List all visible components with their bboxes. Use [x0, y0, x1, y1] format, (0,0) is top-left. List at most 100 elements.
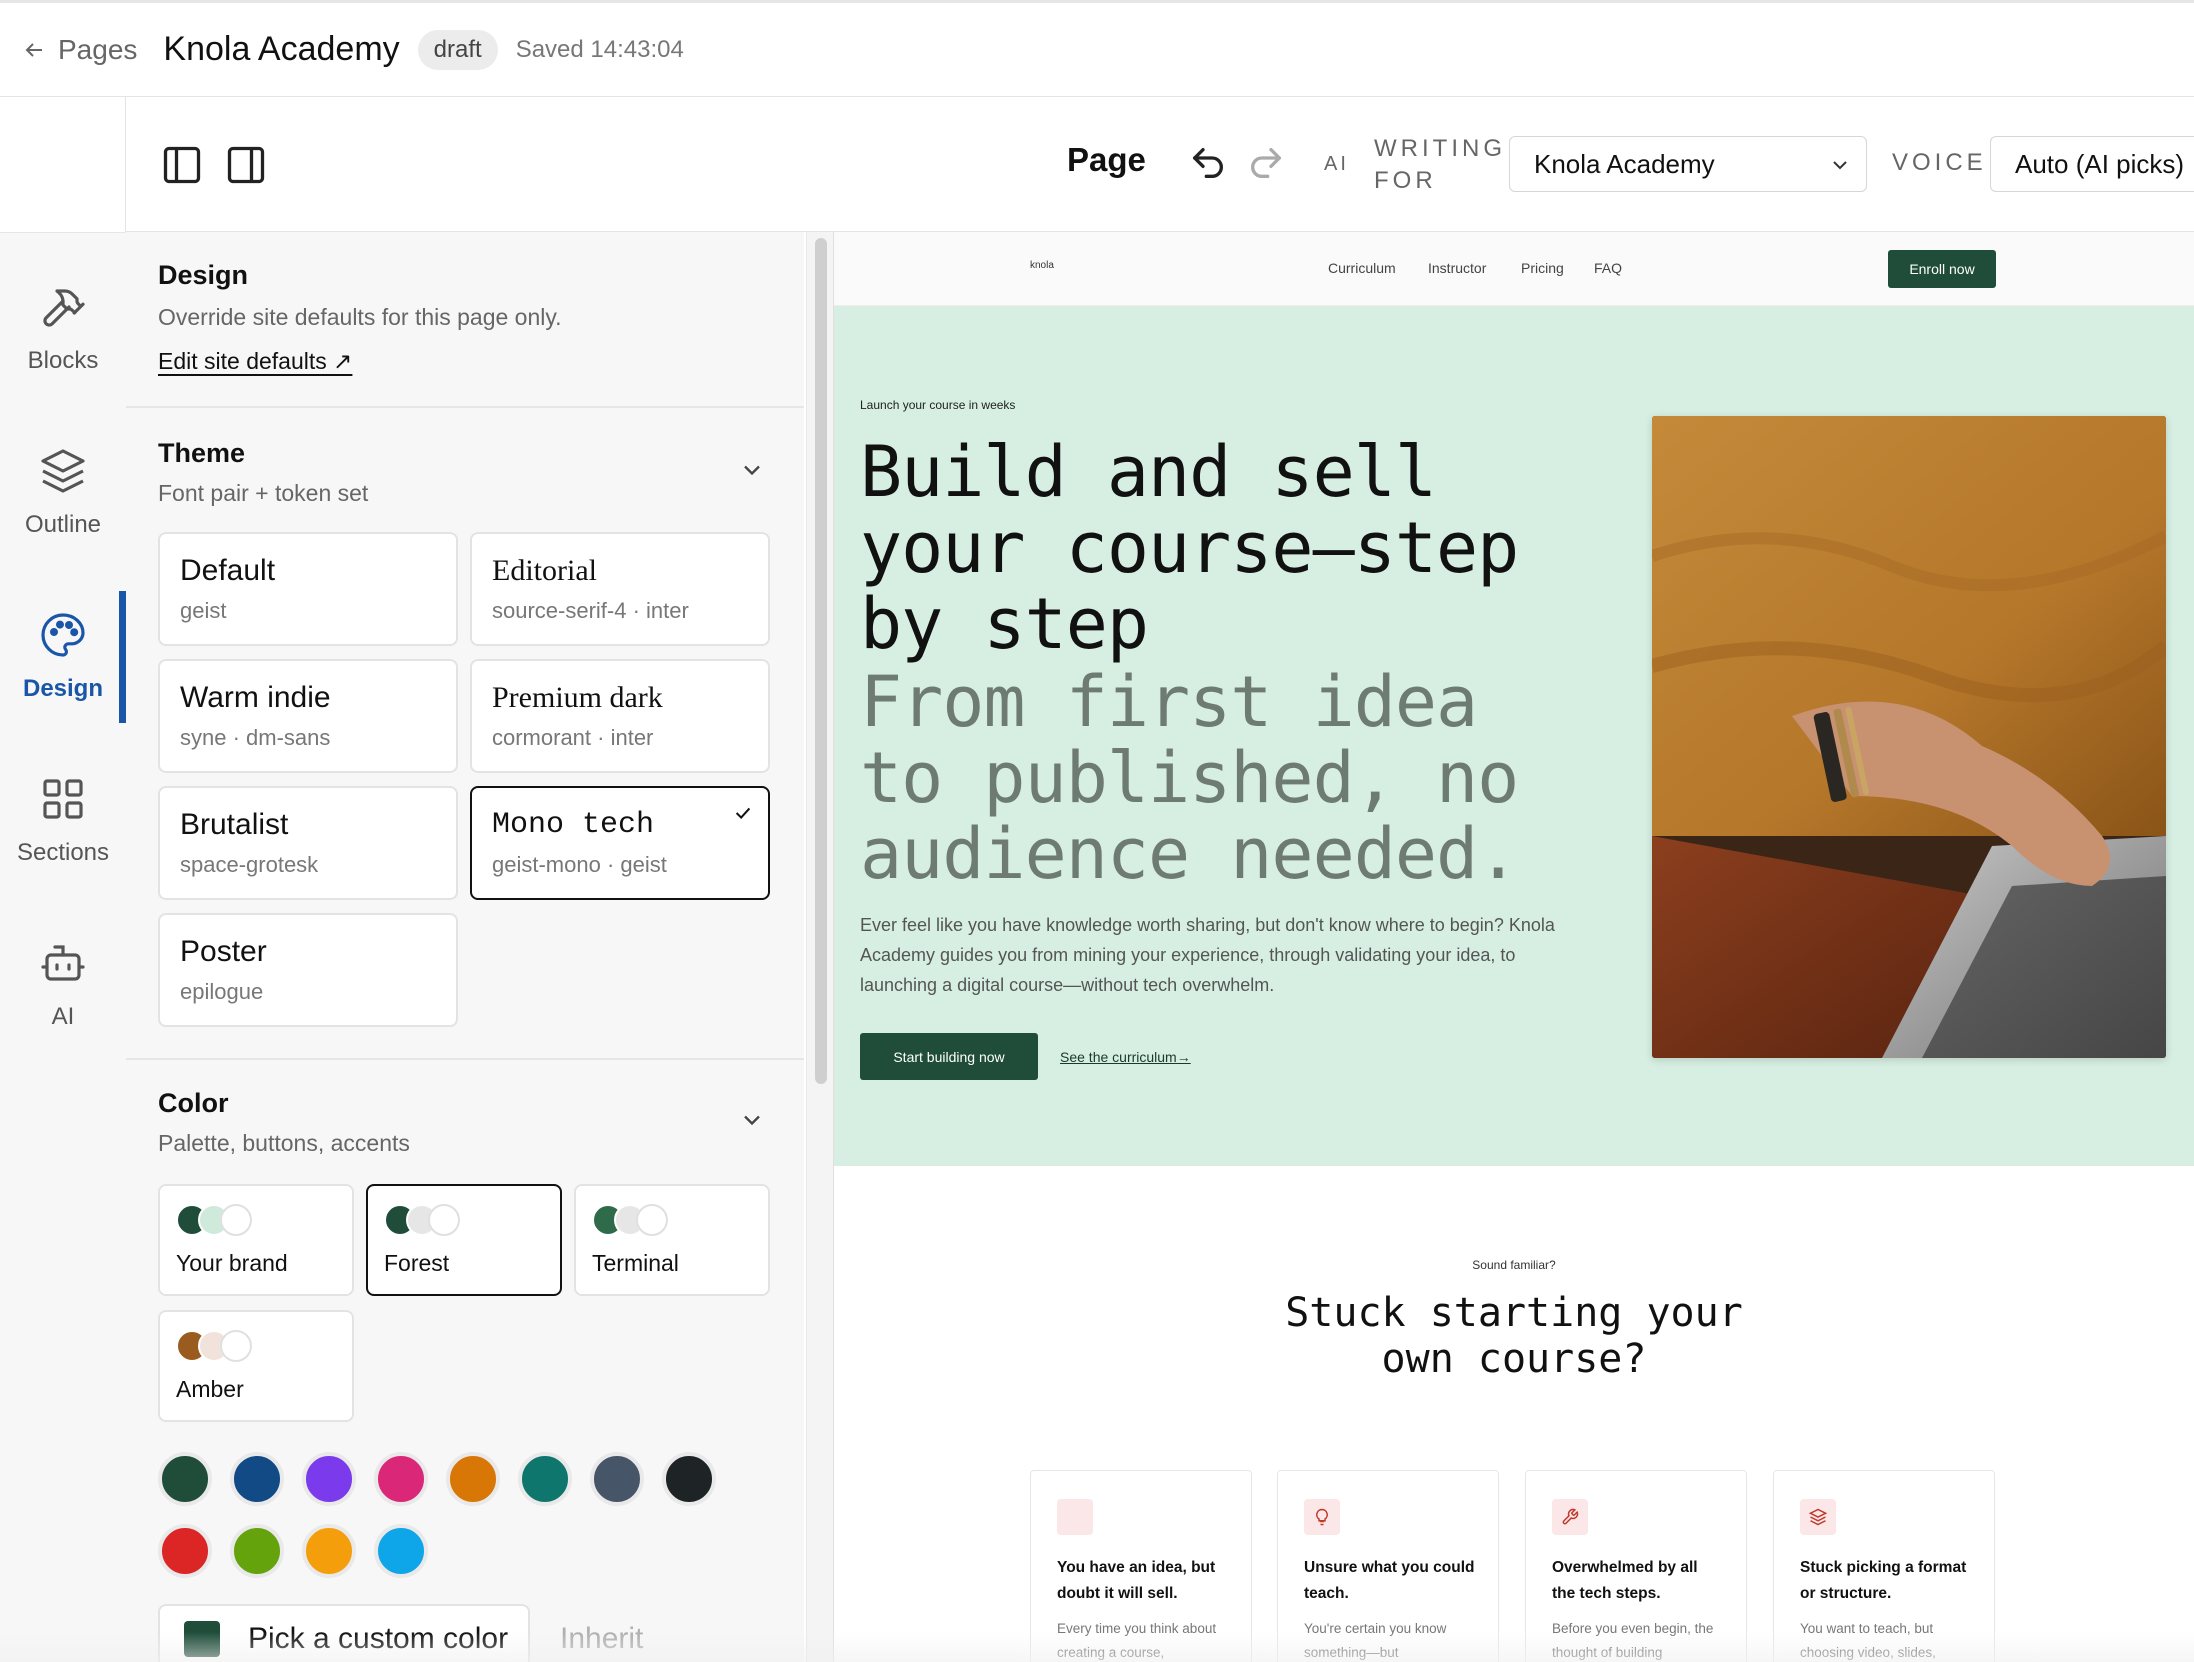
theme-option-default[interactable]: Default geist [158, 532, 458, 646]
theme-option-poster[interactable]: Poster epilogue [158, 913, 458, 1027]
color-swatch-orange[interactable] [446, 1452, 500, 1506]
toggle-right-panel-button[interactable] [224, 143, 268, 187]
theme-name: Mono tech [492, 808, 655, 842]
chevron-down-icon [1833, 161, 1847, 170]
toggle-left-panel-button[interactable] [160, 143, 204, 187]
color-swatch-purple[interactable] [302, 1452, 356, 1506]
top-bar: Pages Knola Academy draft Saved 14:43:04 [0, 0, 2194, 97]
palette-option-terminal[interactable]: Terminal [574, 1184, 770, 1296]
palette-name: Amber [176, 1376, 244, 1402]
pain-point-title: Unsure what you could teach. [1304, 1559, 1475, 1602]
wrench-icon [1552, 1499, 1588, 1535]
pain-point-title: You have an idea, but doubt it will sell… [1057, 1559, 1216, 1602]
preview-enroll-button[interactable]: Enroll now [1888, 250, 1996, 288]
hero-start-button[interactable]: Start building now [860, 1033, 1038, 1080]
robot-icon [41, 945, 85, 981]
undo-button[interactable] [1188, 143, 1228, 183]
preview-nav-instructor[interactable]: Instructor [1428, 260, 1486, 276]
theme-name: Editorial [492, 554, 597, 587]
rail-item-blocks[interactable]: Blocks [0, 263, 126, 395]
section2-eyebrow: Sound familiar? [1472, 1258, 1556, 1272]
undo-icon [1193, 148, 1223, 178]
rail-item-design[interactable]: Design [0, 591, 126, 723]
writing-for-line-1: WRITING [1374, 135, 1506, 162]
voice-select[interactable]: Auto (AI picks) [1990, 136, 2194, 192]
rail-label-sections: Sections [16, 839, 110, 866]
theme-name: Default [180, 554, 276, 587]
color-swatch-navy[interactable] [230, 1452, 284, 1506]
design-panel: Design Override site defaults for this p… [126, 232, 804, 1662]
theme-name: Poster [180, 935, 267, 968]
check-icon [735, 807, 751, 820]
palette-dots [176, 1330, 266, 1364]
palette-option-forest[interactable]: Forest [366, 1184, 562, 1296]
theme-fonts: syne · dm-sans [180, 725, 331, 750]
pain-point-title: Stuck picking a format or structure. [1800, 1559, 1967, 1602]
color-swatch-teal[interactable] [518, 1452, 572, 1506]
theme-collapse-chevron-icon[interactable] [738, 456, 766, 484]
hero-photo [1652, 416, 2166, 1058]
rail-item-sections[interactable]: Sections [0, 755, 126, 887]
preview-nav-pricing[interactable]: Pricing [1521, 260, 1564, 276]
rail-item-outline[interactable]: Outline [0, 427, 126, 559]
color-collapse-chevron-icon[interactable] [738, 1106, 766, 1134]
hammer-icon [43, 289, 85, 327]
preview-nav-curriculum[interactable]: Curriculum [1328, 260, 1396, 276]
color-swatch-lime[interactable] [230, 1524, 284, 1578]
hero-title: Build and sell your course—step by step [860, 431, 1519, 665]
preview-logo[interactable]: knola [1030, 260, 1054, 271]
color-swatch-red[interactable] [158, 1524, 212, 1578]
palette-dot [220, 1204, 252, 1236]
theme-title: Theme [158, 438, 246, 468]
bottom-fade [0, 1632, 2194, 1662]
theme-option-brutalist[interactable]: Brutalist space-grotesk [158, 786, 458, 900]
theme-option-editorial[interactable]: Editorial source-serif-4 · inter [470, 532, 770, 646]
palette-dot [220, 1330, 252, 1362]
theme-fonts: geist-mono · geist [492, 852, 667, 877]
theme-option-mono-tech[interactable]: Mono tech geist-mono · geist [470, 786, 770, 900]
palette-option-amber[interactable]: Amber [158, 1310, 354, 1422]
theme-option-premium-dark[interactable]: Premium dark cormorant · inter [470, 659, 770, 773]
ai-label: AI [1324, 153, 1349, 175]
scrollbar-thumb[interactable] [815, 238, 827, 1084]
color-swatch-amber[interactable] [302, 1524, 356, 1578]
panel-right-icon [227, 146, 265, 184]
edit-site-defaults-link[interactable]: Edit site defaults ↗ [158, 348, 352, 375]
lightbulb-icon [1304, 1499, 1340, 1535]
rail-label-ai: AI [51, 1003, 75, 1030]
preview-navbar: knola Curriculum Instructor Pricing FAQ … [834, 232, 2194, 306]
color-swatch-sky[interactable] [374, 1524, 428, 1578]
palette-dot [428, 1204, 460, 1236]
palette-option-your-brand[interactable]: Your brand [158, 1184, 354, 1296]
color-swatch-slate[interactable] [590, 1452, 644, 1506]
preview-hero: Launch your course in weeks Build and se… [834, 306, 2194, 1166]
color-swatch-black[interactable] [662, 1452, 716, 1506]
theme-fonts: epilogue [180, 979, 264, 1004]
color-swatch-dark-green[interactable] [158, 1452, 212, 1506]
voice-label: VOICE [1892, 149, 1987, 176]
back-to-pages-button[interactable]: Pages [22, 34, 137, 66]
writing-for-select[interactable]: Knola Academy [1509, 136, 1867, 192]
hero-curriculum-link[interactable]: See the curriculum→ [1060, 1049, 1191, 1065]
back-label: Pages [58, 33, 138, 65]
theme-fonts: geist [180, 598, 227, 623]
layers-icon [41, 449, 85, 493]
page-label: Page [1067, 141, 1146, 178]
theme-option-warm-indie[interactable]: Warm indie syne · dm-sans [158, 659, 458, 773]
hero-eyebrow: Launch your course in weeks [860, 398, 1016, 412]
redo-button[interactable] [1246, 143, 1286, 183]
theme-fonts: cormorant · inter [492, 725, 654, 750]
color-swatch-pink[interactable] [374, 1452, 428, 1506]
palette-dots [176, 1204, 266, 1238]
palette-dots [384, 1204, 474, 1238]
rail-item-ai[interactable]: AI [0, 919, 126, 1051]
palette-icon [41, 613, 85, 657]
theme-subtitle: Font pair + token set [158, 480, 369, 506]
panel-scrollbar[interactable] [806, 232, 834, 1662]
left-rail: Blocks Outline Design Sections AI [0, 97, 126, 1662]
arrow-left-icon [25, 42, 42, 57]
pain-point-title: Overwhelmed by all the tech steps. [1552, 1559, 1698, 1602]
preview-nav-faq[interactable]: FAQ [1594, 260, 1622, 276]
page-preview: knola Curriculum Instructor Pricing FAQ … [834, 232, 2194, 1662]
saved-status: Saved 14:43:04 [515, 35, 684, 63]
